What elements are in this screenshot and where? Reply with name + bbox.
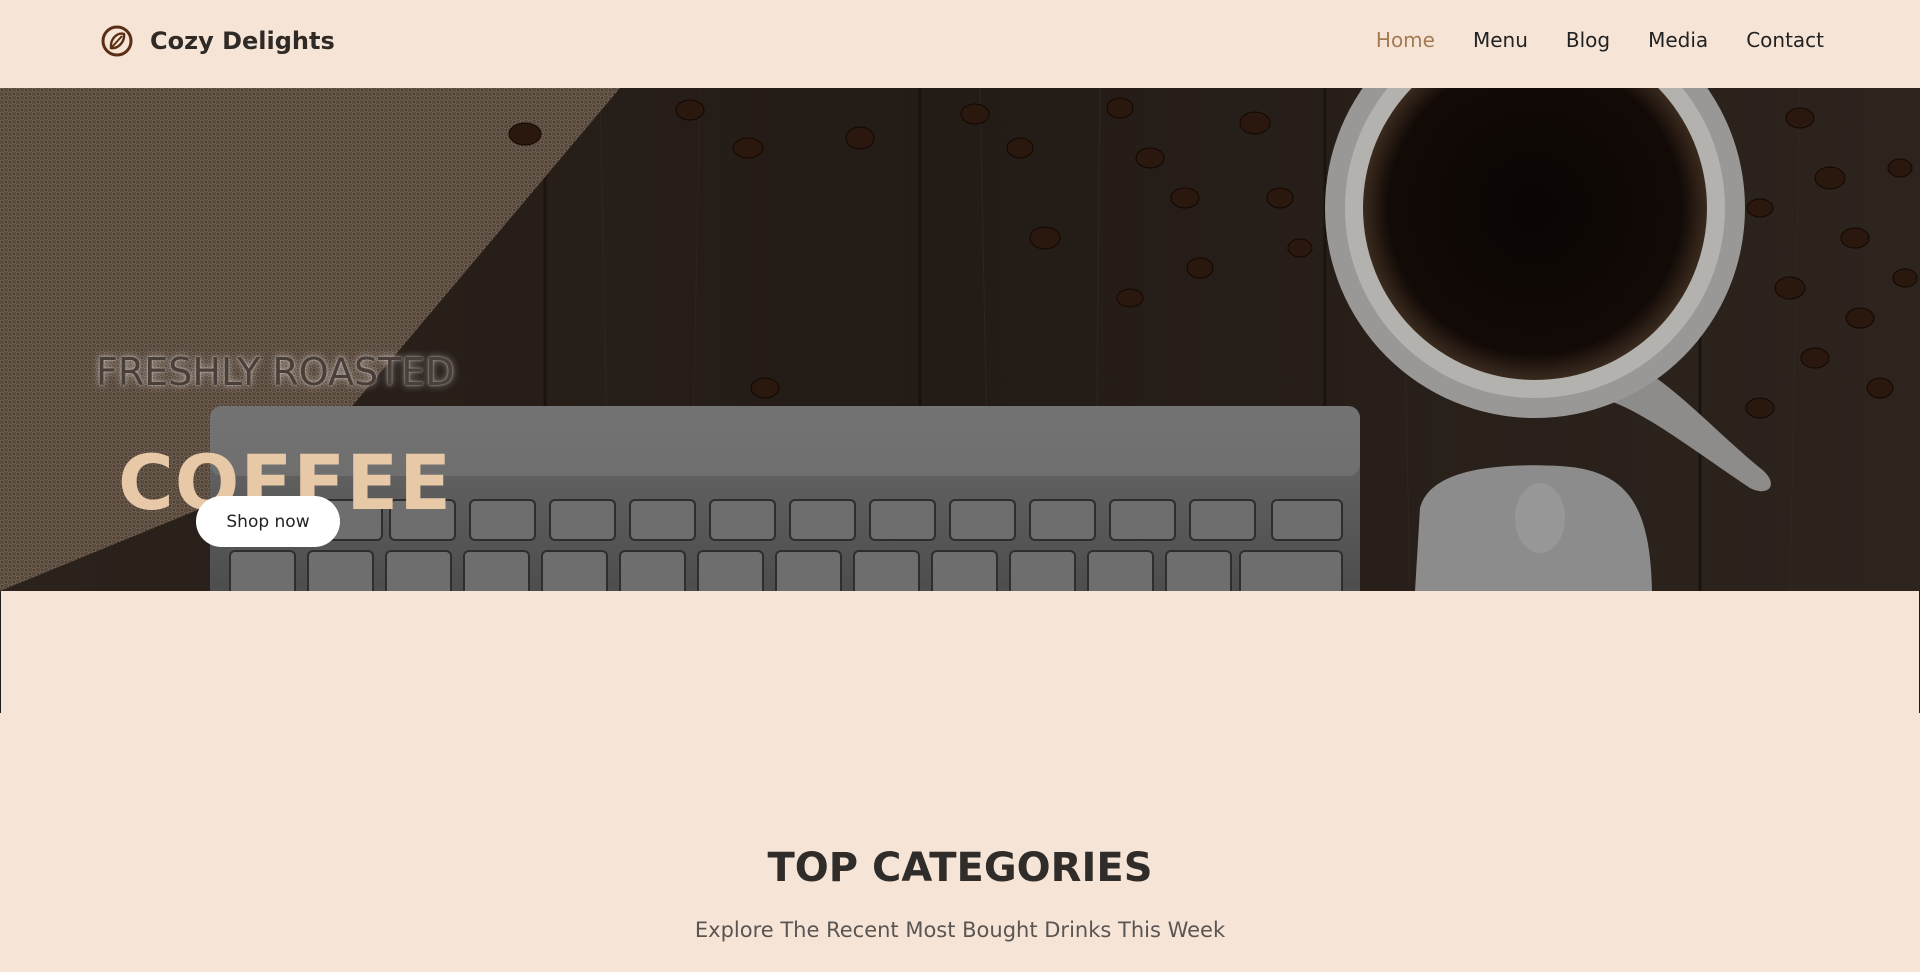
brand[interactable]: Cozy Delights — [100, 24, 335, 58]
site-header: Cozy Delights Home Menu Blog Media Conta… — [0, 0, 1920, 88]
shop-now-button[interactable]: Shop now — [196, 496, 340, 547]
categories-title: TOP CATEGORIES — [767, 845, 1153, 891]
hero-kicker: FRESHLY ROASTED — [96, 350, 455, 394]
brand-name: Cozy Delights — [150, 27, 335, 55]
categories-subtitle: Explore The Recent Most Bought Drinks Th… — [694, 918, 1226, 942]
main-nav: Home Menu Blog Media Contact — [1376, 28, 1824, 52]
coffee-bean-icon — [101, 25, 133, 57]
nav-menu[interactable]: Menu — [1473, 28, 1528, 52]
nav-contact[interactable]: Contact — [1746, 28, 1824, 52]
nav-home[interactable]: Home — [1376, 28, 1435, 52]
nav-blog[interactable]: Blog — [1566, 28, 1610, 52]
nav-media[interactable]: Media — [1648, 28, 1708, 52]
hero-wave-divider — [0, 591, 1920, 610]
